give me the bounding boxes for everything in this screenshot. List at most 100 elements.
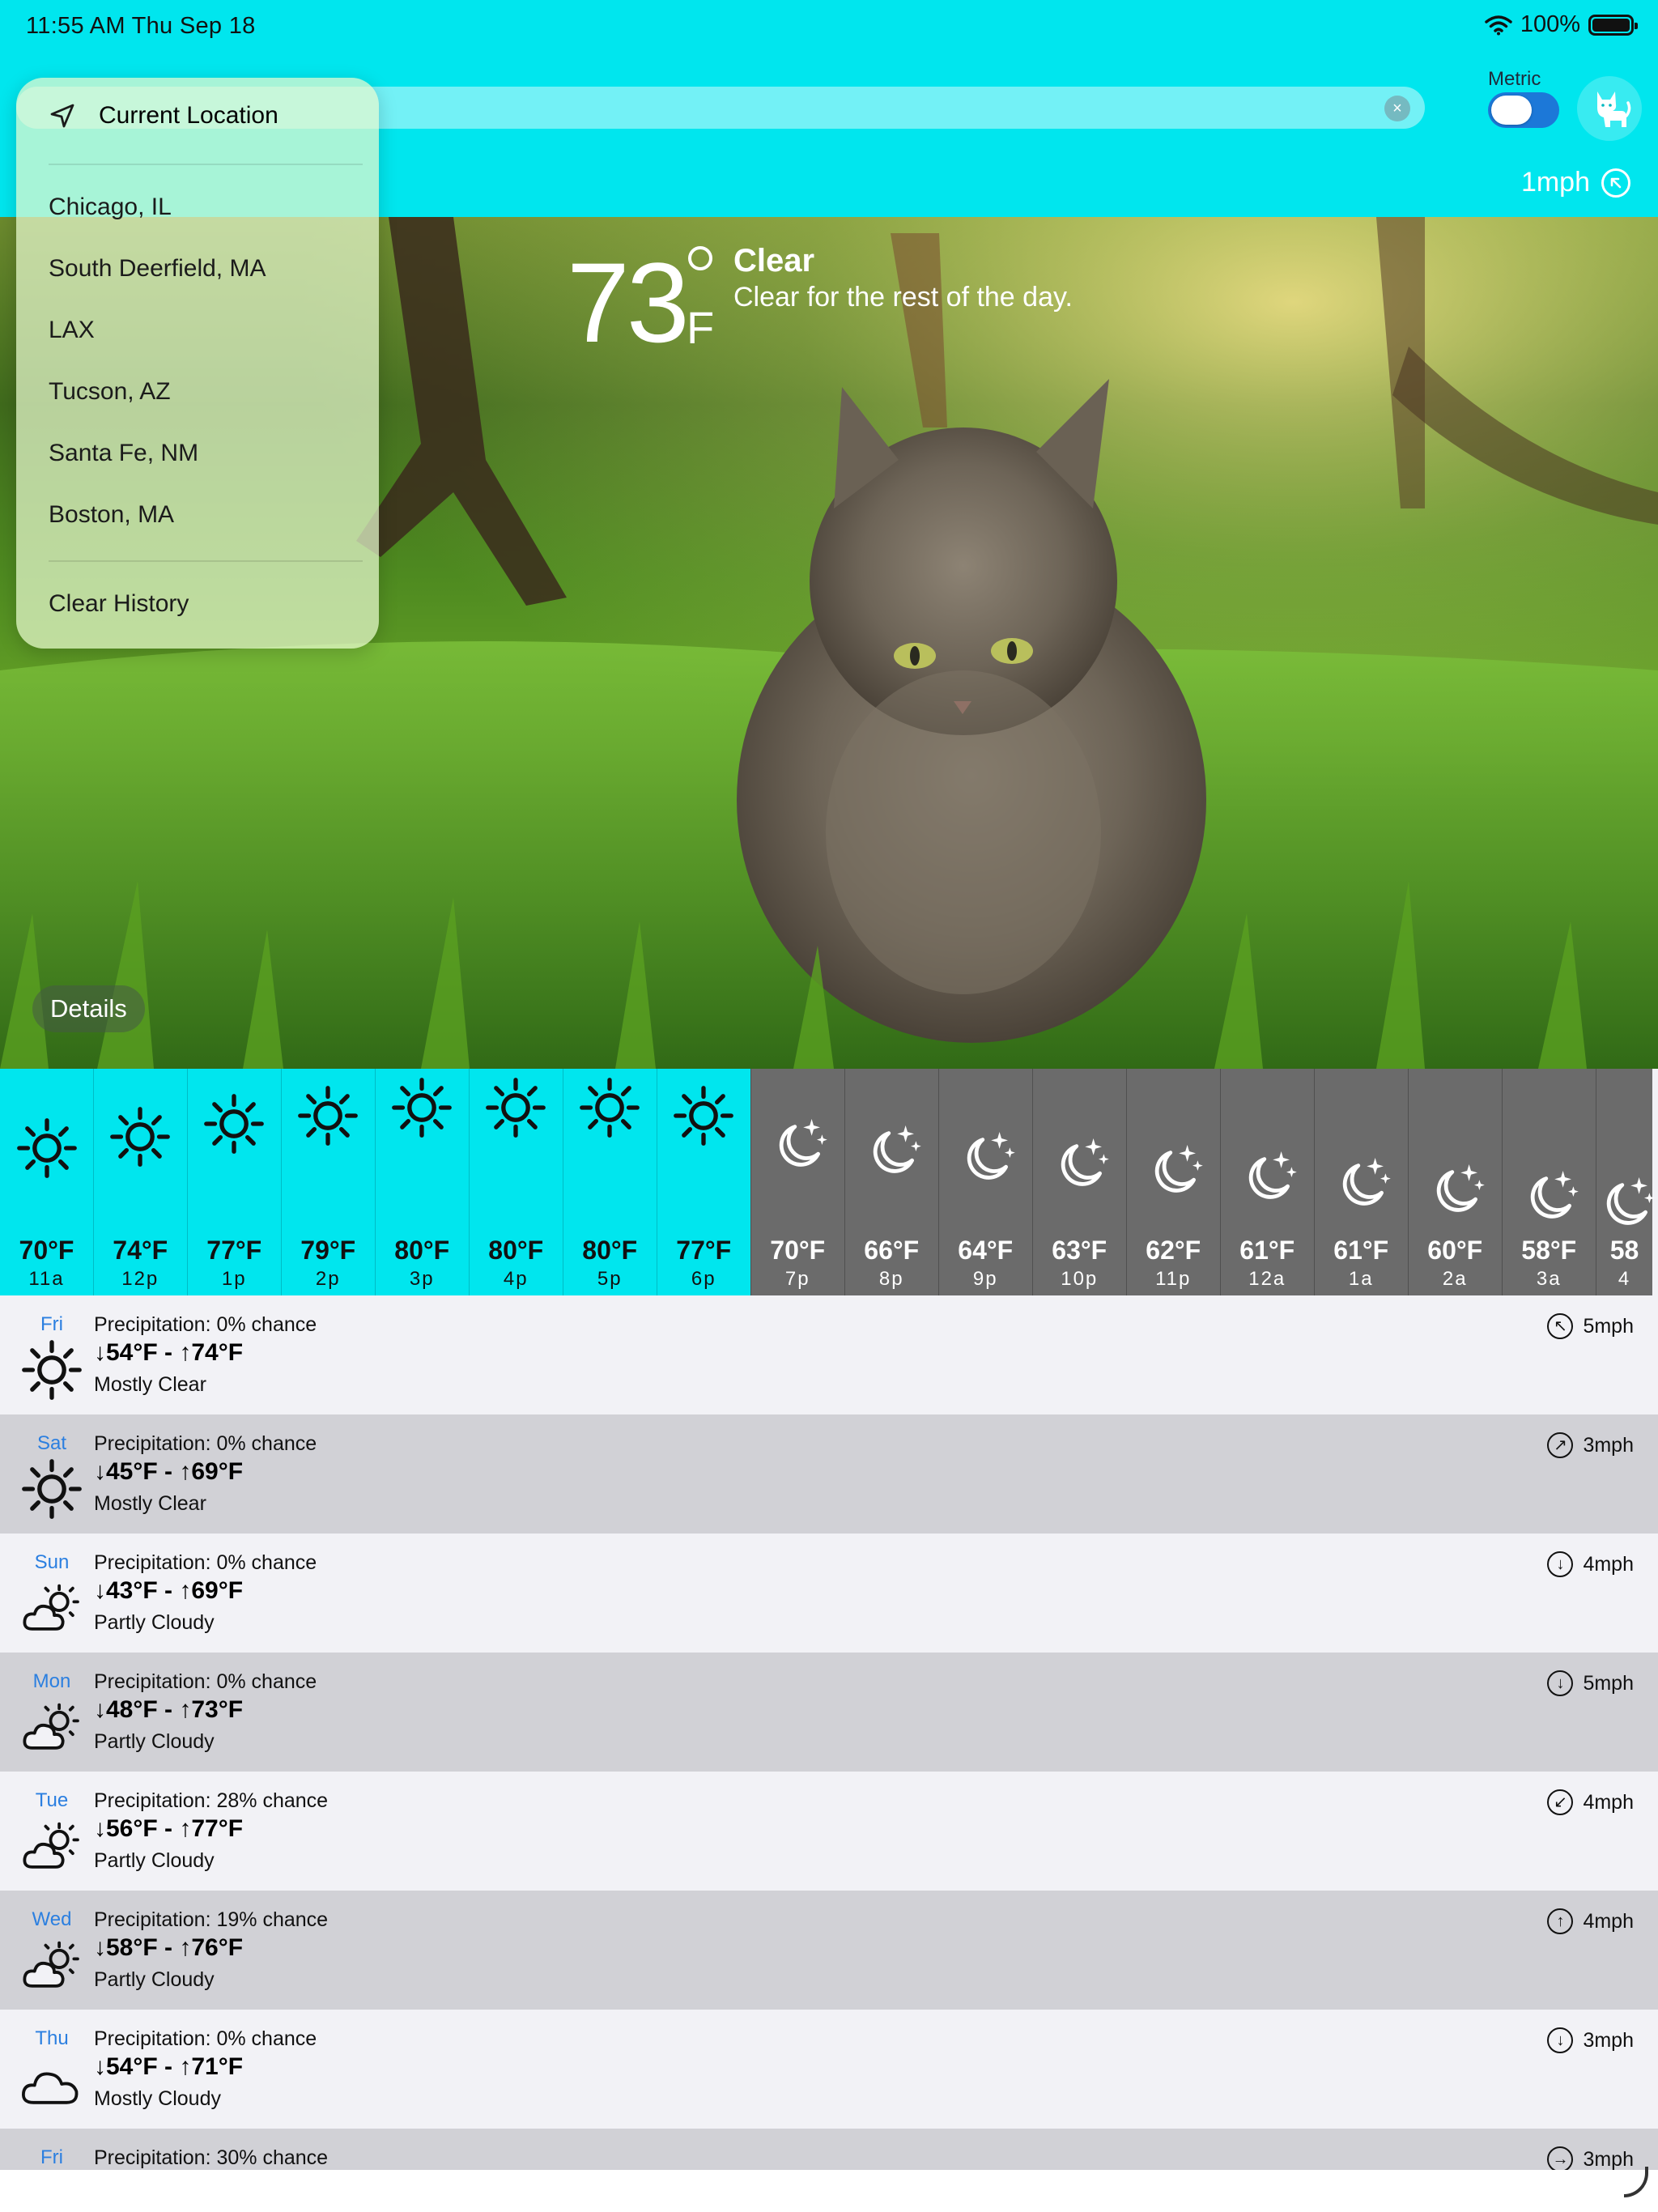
hour-cell[interactable]: 64°F 9p	[937, 1069, 1032, 1295]
clear-history-button[interactable]: Clear History	[49, 590, 189, 618]
hour-cell[interactable]: 70°F 11a	[0, 1069, 93, 1295]
day-row[interactable]: Thu Precipitation: 0% chance ↓54°F - ↑71°…	[0, 2010, 1658, 2129]
hour-cell[interactable]: 61°F 1a	[1313, 1069, 1408, 1295]
day-row[interactable]: Sun Precipitation: 0% chance ↓43°F - ↑69°…	[0, 1534, 1658, 1653]
clear-search-icon[interactable]: ×	[1384, 96, 1410, 121]
details-button[interactable]: Details	[32, 985, 145, 1032]
hour-temperature: 70°F	[19, 1236, 74, 1265]
day-row[interactable]: Fri Precipitation: 0% chance ↓54°F - ↑74°F…	[0, 1295, 1658, 1414]
day-precipitation: Precipitation: 0% chance	[94, 1432, 317, 1455]
sun-icon	[21, 1458, 83, 1524]
day-wind: ↓ 3mph	[1547, 2027, 1634, 2053]
hour-cell[interactable]: 58°F 3a	[1501, 1069, 1596, 1295]
day-name: Wed	[32, 1908, 72, 1930]
day-condition: Partly Cloudy	[94, 1730, 215, 1753]
hour-time: 3a	[1536, 1268, 1562, 1290]
day-precipitation: Precipitation: 0% chance	[94, 1551, 317, 1574]
hour-cell[interactable]: 63°F 10p	[1032, 1069, 1126, 1295]
metric-toggle[interactable]	[1488, 92, 1559, 128]
moon-stars-icon	[1592, 1171, 1657, 1240]
partly-cloudy-icon	[21, 1577, 83, 1643]
hour-cell[interactable]: 80°F 5p	[562, 1069, 657, 1295]
moon-stars-icon	[953, 1125, 1018, 1194]
hourly-forecast[interactable]: 70°F 11a 74°F 12p 77°F 1p 79°F 2p 80°F 3p 80°F 4p 80…	[0, 1069, 1658, 1295]
wind-direction-icon: →	[1547, 2146, 1574, 2170]
hour-cell[interactable]: 77°F 1p	[186, 1069, 281, 1295]
hour-cell[interactable]: 74°F 12p	[93, 1069, 187, 1295]
daily-forecast[interactable]: Fri Precipitation: 0% chance ↓54°F - ↑74°F…	[0, 1295, 1658, 2170]
hour-temperature: 80°F	[394, 1236, 450, 1265]
wind-direction-icon: ↖	[1547, 1313, 1574, 1339]
wind-direction-icon: ↓	[1547, 1551, 1574, 1577]
location-item[interactable]: LAX	[49, 317, 95, 344]
day-name: Mon	[32, 1670, 71, 1692]
day-row[interactable]: Mon Precipitation: 0% chance ↓48°F - ↑73°…	[0, 1653, 1658, 1772]
day-row[interactable]: Tue Precipitation: 28% chance ↓56°F - ↑77…	[0, 1772, 1658, 1891]
wifi-icon	[1485, 15, 1512, 35]
hour-temperature: 66°F	[864, 1236, 920, 1265]
location-item[interactable]: Boston, MA	[49, 501, 174, 529]
day-precipitation: Precipitation: 0% chance	[94, 1313, 317, 1336]
location-item[interactable]: Santa Fe, NM	[49, 440, 198, 467]
hour-cell[interactable]: 77°F 6p	[657, 1069, 750, 1295]
day-condition: Mostly Cloudy	[94, 2087, 221, 2110]
hour-cell[interactable]: 80°F 4p	[469, 1069, 563, 1295]
hour-cell[interactable]: 66°F 8p	[844, 1069, 938, 1295]
location-item[interactable]: Chicago, IL	[49, 194, 172, 221]
moon-stars-icon	[1516, 1164, 1581, 1233]
sun-icon	[673, 1085, 734, 1151]
moon-stars-icon	[859, 1119, 924, 1188]
dropdown-divider	[49, 560, 363, 562]
day-temperature-range: ↓45°F - ↑69°F	[94, 1458, 244, 1485]
sun-icon	[16, 1117, 78, 1183]
sun-icon	[109, 1106, 171, 1172]
moon-stars-icon	[765, 1112, 830, 1181]
hour-time: 9p	[972, 1268, 998, 1290]
hour-temperature: 77°F	[676, 1236, 732, 1265]
hour-cell[interactable]: 70°F 7p	[750, 1069, 844, 1295]
day-wind: ↑ 4mph	[1547, 1908, 1634, 1934]
hour-cell[interactable]: 79°F 2p	[281, 1069, 375, 1295]
hour-time: 10p	[1061, 1268, 1099, 1290]
location-item[interactable]: Tucson, AZ	[49, 378, 171, 406]
day-name: Fri	[40, 1313, 63, 1335]
day-wind-speed: 3mph	[1583, 2028, 1634, 2052]
hour-cell[interactable]: 62°F 11p	[1125, 1069, 1220, 1295]
hour-time: 11a	[28, 1268, 65, 1290]
current-temperature: 73	[567, 239, 690, 366]
hour-cell[interactable]: 60°F 2a	[1408, 1069, 1502, 1295]
hour-temperature: 80°F	[488, 1236, 544, 1265]
day-wind: ↙ 4mph	[1547, 1789, 1634, 1815]
hour-temperature: 58°F	[1521, 1236, 1577, 1265]
sun-icon	[485, 1077, 546, 1142]
moon-stars-icon	[1235, 1145, 1299, 1214]
moon-stars-icon	[1422, 1158, 1487, 1227]
cat-button[interactable]	[1577, 76, 1642, 141]
hour-cell[interactable]: 58 4	[1596, 1069, 1655, 1295]
location-item[interactable]: South Deerfield, MA	[49, 255, 266, 283]
day-wind-speed: 5mph	[1583, 1314, 1634, 1338]
day-name: Fri	[40, 2146, 63, 2168]
hour-time: 12a	[1248, 1268, 1286, 1290]
partly-cloudy-icon	[21, 1934, 83, 2000]
status-indicators: 100%	[1485, 11, 1638, 38]
day-name: Sat	[36, 1432, 67, 1454]
location-dropdown: Current Location Chicago, IL South Deerf…	[16, 78, 379, 649]
current-location-label: Current Location	[99, 102, 278, 129]
hour-temperature: 80°F	[582, 1236, 638, 1265]
hour-cell[interactable]: 80°F 3p	[374, 1069, 469, 1295]
day-temperature-range: ↓58°F - ↑76°F	[94, 1934, 244, 1961]
bottom-safe-area	[0, 2170, 1658, 2212]
day-row[interactable]: Fri Precipitation: 30% chance → 3mph	[0, 2129, 1658, 2170]
day-row[interactable]: Sat Precipitation: 0% chance ↓45°F - ↑69°F…	[0, 1414, 1658, 1534]
hour-temperature: 61°F	[1239, 1236, 1295, 1265]
day-row[interactable]: Wed Precipitation: 19% chance ↓58°F - ↑76…	[0, 1891, 1658, 2010]
hour-time: 5p	[597, 1268, 623, 1290]
hour-cell[interactable]: 61°F 12a	[1220, 1069, 1314, 1295]
day-wind: ↖ 5mph	[1547, 1313, 1634, 1339]
sun-icon	[579, 1077, 640, 1142]
hour-time: 8p	[878, 1268, 904, 1290]
hour-time: 6p	[691, 1268, 716, 1290]
day-precipitation: Precipitation: 0% chance	[94, 1670, 317, 1693]
current-location-item[interactable]: Current Location	[49, 102, 278, 130]
